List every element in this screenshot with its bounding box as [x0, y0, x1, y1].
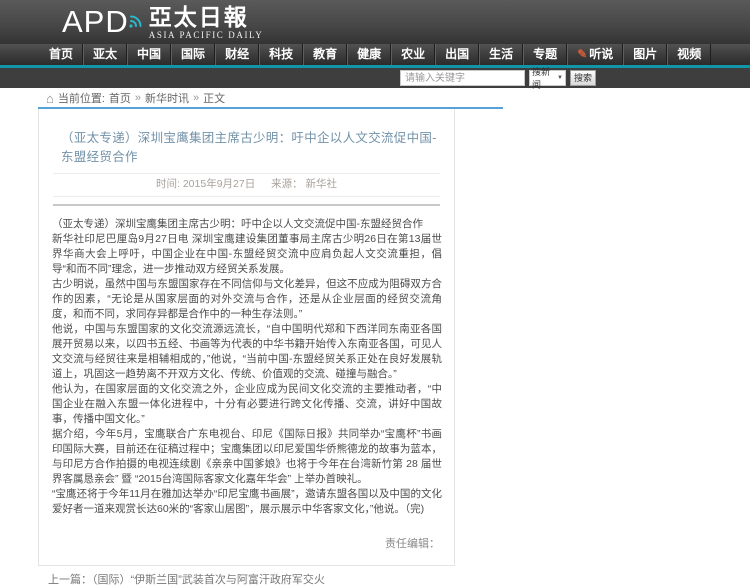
nav-item-agriculture[interactable]: 农业	[391, 44, 435, 65]
nav-item-label: 农业	[401, 44, 425, 65]
nav-item-video[interactable]: 视频	[667, 44, 711, 65]
prev-article-row: 上一篇：（国际）“伊斯兰国”武装首次与阿富汗政府军交火	[38, 566, 503, 587]
breadcrumb: ⌂ 当前位置: 首页 » 新华时讯 » 正文	[0, 88, 750, 107]
prev-article-label: 上一篇：	[48, 574, 92, 586]
nav-item-china[interactable]: 中国	[127, 44, 171, 65]
article-title: （亚太专递）深圳宝鹰集团主席古少明：吁中企以人文交流促中国-东盟经贸合作	[61, 127, 440, 165]
site-logo[interactable]: APD 亞太日報 ASIA PACIFIC DAILY	[62, 5, 263, 40]
nav-item-life[interactable]: 生活	[479, 44, 523, 65]
article-paragraph: 新华社印尼巴厘岛9月27日电 深圳宝鹰建设集团董事局主席古少明26日在第13届世…	[52, 232, 442, 277]
nav-item-photos[interactable]: 图片	[623, 44, 667, 65]
search-button[interactable]: 搜索	[570, 70, 596, 86]
search-category-value: 搜新闻	[532, 65, 557, 91]
nav-item-home[interactable]: 首页	[40, 44, 83, 65]
meta-divider-light	[53, 196, 440, 197]
breadcrumb-home-link[interactable]: 首页	[109, 90, 131, 106]
article-paragraph: 他认为，在国家层面的文化交流之外，企业应成为民间文化交流的主要推动者，“中国企业…	[52, 382, 442, 427]
article-meta: 时间: 2015年9月27日 来源： 新华社	[39, 174, 454, 196]
time-value: 2015年9月27日	[183, 178, 255, 190]
nav-item-label: 亚太	[93, 44, 117, 65]
nav-item-international[interactable]: 国际	[171, 44, 215, 65]
nav-item-listen[interactable]: ✎ 听说	[567, 44, 623, 65]
nav-item-label: 国际	[181, 44, 205, 65]
hot-pen-icon: ✎	[577, 48, 587, 60]
article-box: （亚太专递）深圳宝鹰集团主席古少明：吁中企以人文交流促中国-东盟经贸合作 时间:…	[38, 109, 455, 566]
time-label: 时间:	[156, 178, 180, 190]
breadcrumb-separator: »	[135, 92, 141, 104]
nav-item-label: 专题	[533, 44, 557, 65]
breadcrumb-separator: »	[193, 92, 199, 104]
nav-item-abroad[interactable]: 出国	[435, 44, 479, 65]
nav-item-label: 科技	[269, 44, 293, 65]
nav-item-asia-pacific[interactable]: 亚太	[83, 44, 127, 65]
wifi-signal-icon	[127, 2, 143, 36]
breadcrumb-prefix: 当前位置:	[58, 90, 105, 106]
search-input[interactable]	[400, 70, 525, 86]
article-paragraph: 他说，中国与东盟国家的文化交流源远流长，“自中国明代郑和下西洋同东南亚各国展开贸…	[52, 322, 442, 382]
nav-item-special-topics[interactable]: 专题	[523, 44, 567, 65]
nav-item-finance[interactable]: 财经	[215, 44, 259, 65]
breadcrumb-current: 正文	[203, 90, 225, 106]
nav-item-health[interactable]: 健康	[347, 44, 391, 65]
source-label: 来源：	[271, 178, 303, 190]
nav-item-label: 图片	[633, 44, 657, 65]
logo-titles: 亞太日報 ASIA PACIFIC DAILY	[149, 5, 264, 40]
nav-item-label: 生活	[489, 44, 513, 65]
nav-item-label: 中国	[137, 44, 161, 65]
main-nav: 首页 亚太 中国 国际 财经 科技 教育 健康 农业 出国 生活 专题 ✎ 听说…	[0, 44, 750, 65]
dropdown-arrow-icon: ▼	[557, 75, 563, 81]
nav-item-label: 教育	[313, 44, 337, 65]
article-paragraph: “宝鹰还将于今年11月在雅加达举办“印尼宝鹰书画展”，邀请东盟各国以及中国的文化…	[52, 487, 442, 517]
breadcrumb-section-link[interactable]: 新华时讯	[145, 90, 189, 106]
site-header: APD 亞太日報 ASIA PACIFIC DAILY	[0, 0, 750, 44]
prev-article-link[interactable]: （国际）“伊斯兰国”武装首次与阿富汗政府军交火	[92, 574, 325, 586]
logo-apd-text: APD	[62, 5, 145, 39]
nav-item-education[interactable]: 教育	[303, 44, 347, 65]
nav-item-label: 视频	[677, 44, 701, 65]
nav-item-label: 健康	[357, 44, 381, 65]
nav-item-label: 听说	[589, 44, 613, 65]
content-area: （亚太专递）深圳宝鹰集团主席古少明：吁中企以人文交流促中国-东盟经贸合作 时间:…	[38, 107, 503, 587]
nav-item-label: 首页	[49, 44, 73, 65]
editor-credit: 责任编辑：	[39, 517, 454, 565]
search-category-select[interactable]: 搜新闻 ▼	[529, 70, 566, 86]
source-value: 新华社	[306, 178, 338, 190]
article-paragraph: 据介绍，今年5月，宝鹰联合广东电视台、印尼《国际日报》共同举办“宝鹰杯”书画印国…	[52, 427, 442, 487]
article-body: （亚太专递）深圳宝鹰集团主席古少明：吁中企以人文交流促中国-东盟经贸合作 新华社…	[39, 206, 454, 517]
nav-item-technology[interactable]: 科技	[259, 44, 303, 65]
logo-chinese-title: 亞太日報	[149, 5, 264, 29]
search-bar: 搜新闻 ▼ 搜索	[0, 68, 750, 88]
logo-english-title: ASIA PACIFIC DAILY	[149, 30, 264, 40]
nav-item-label: 财经	[225, 44, 249, 65]
nav-item-label: 出国	[445, 44, 469, 65]
article-paragraph: （亚太专递）深圳宝鹰集团主席古少明：吁中企以人文交流促中国-东盟经贸合作	[52, 217, 442, 232]
home-icon: ⌂	[46, 93, 54, 104]
article-paragraph: 古少明说，虽然中国与东盟国家存在不同信仰与文化差异，但这不应成为阻碍双方合作的因…	[52, 277, 442, 322]
